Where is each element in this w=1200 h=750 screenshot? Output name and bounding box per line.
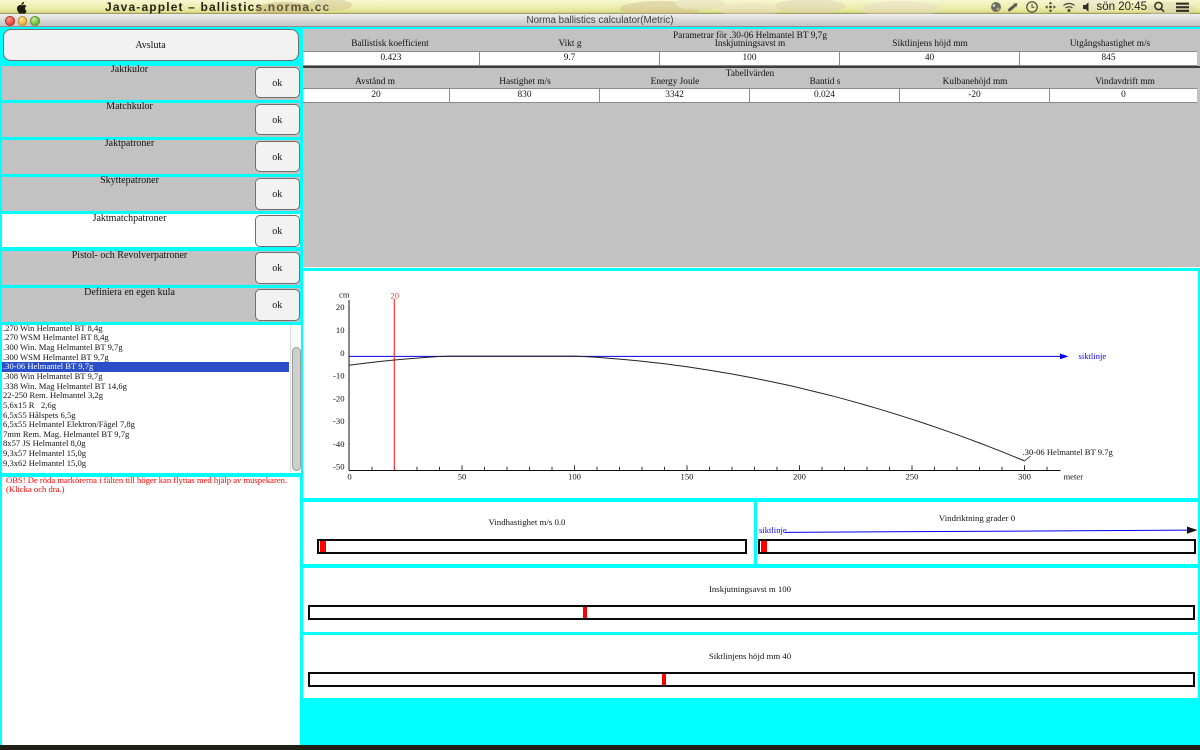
svg-text:-50: -50 <box>333 462 344 472</box>
svg-text:.30-06 Helmantel BT 9.7g: .30-06 Helmantel BT 9.7g <box>1022 447 1113 457</box>
svg-text:0: 0 <box>340 348 344 358</box>
svg-text:20: 20 <box>390 291 399 301</box>
svg-text:150: 150 <box>680 471 693 481</box>
svg-text:200: 200 <box>793 471 806 481</box>
svg-text:cm: cm <box>339 289 350 299</box>
svg-text:siktlinje: siktlinje <box>759 525 787 535</box>
svg-text:300: 300 <box>1018 471 1031 481</box>
svg-text:-30: -30 <box>333 416 344 426</box>
svg-text:-40: -40 <box>333 439 344 449</box>
svg-text:50: 50 <box>457 471 466 481</box>
svg-text:-10: -10 <box>333 371 344 381</box>
svg-text:250: 250 <box>905 471 918 481</box>
svg-text:siktlinje: siktlinje <box>1078 351 1106 361</box>
svg-text:100: 100 <box>568 471 581 481</box>
svg-text:20: 20 <box>335 302 344 312</box>
svg-text:-20: -20 <box>333 393 344 403</box>
svg-text:meter: meter <box>1063 471 1083 481</box>
svg-text:0: 0 <box>347 471 351 481</box>
svg-text:10: 10 <box>335 325 344 335</box>
